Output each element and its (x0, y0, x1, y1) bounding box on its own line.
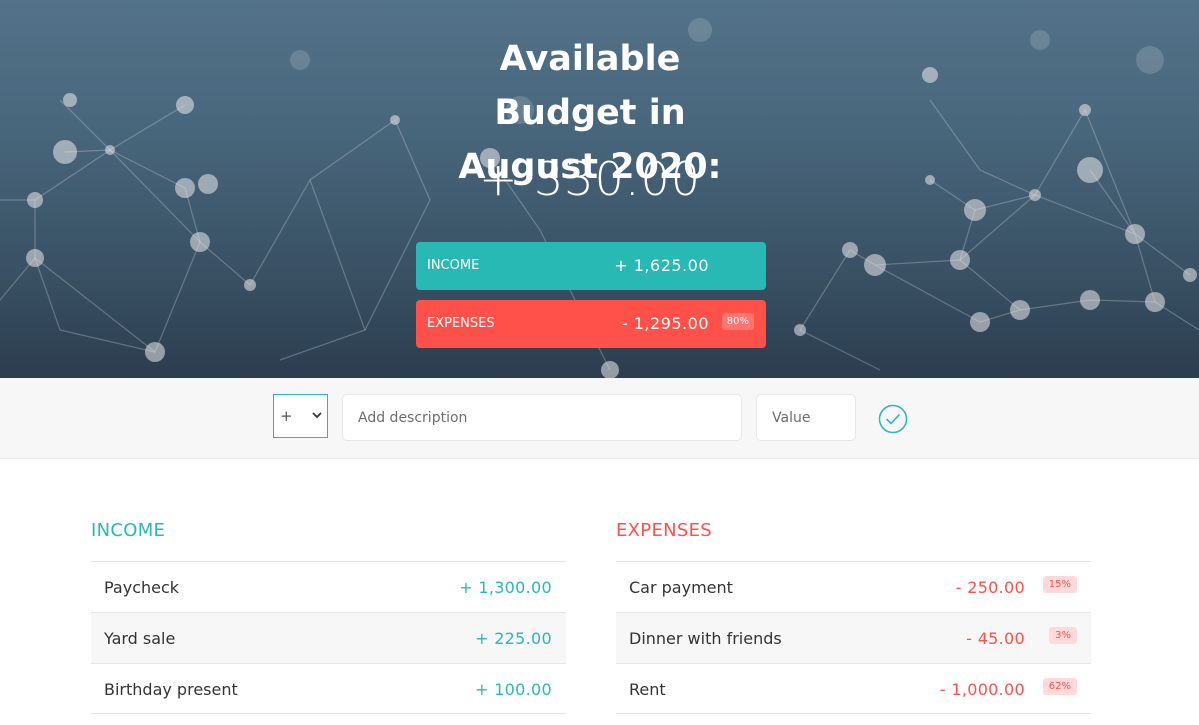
expense-item-description: Dinner with friends (629, 629, 782, 648)
income-summary-label: INCOME (427, 258, 480, 273)
expense-item-description: Rent (629, 680, 666, 699)
income-list: Paycheck + 1,300.00 Yard sale + 225.00 B… (91, 561, 566, 714)
budget-header: Available Budget in August 2020: + 330.0… (0, 0, 1199, 378)
income-item-description: Birthday present (104, 680, 238, 699)
type-select-value: + (280, 407, 293, 425)
expenses-summary-percentage: 80% (721, 313, 754, 330)
expense-item[interactable]: Dinner with friends - 45.00 3% (616, 612, 1091, 663)
expense-item-description: Car payment (629, 578, 733, 597)
budget-value: + 330.00 (478, 152, 702, 206)
income-item-value: + 225.00 (475, 629, 552, 648)
income-summary-value: + 1,625.00 (614, 256, 709, 275)
expenses-list-title: Expenses (616, 520, 713, 541)
expense-item-percentage: 15% (1042, 576, 1077, 593)
value-input[interactable] (756, 394, 856, 441)
expense-item[interactable]: Car payment - 250.00 15% (616, 561, 1091, 612)
income-item[interactable]: Yard sale + 225.00 (91, 612, 566, 663)
description-input[interactable] (342, 394, 742, 441)
income-item[interactable]: Paycheck + 1,300.00 (91, 561, 566, 612)
expenses-summary-value: - 1,295.00 (621, 314, 709, 333)
income-item-description: Yard sale (104, 629, 176, 648)
checkmark-circle-icon (878, 404, 908, 434)
add-submit-button[interactable] (878, 404, 908, 434)
expense-item-value: - 250.00 (955, 578, 1025, 597)
income-item-value: + 1,300.00 (459, 578, 552, 597)
income-item[interactable]: Birthday present + 100.00 (91, 663, 566, 714)
expense-item[interactable]: Rent - 1,000.00 62% (616, 663, 1091, 714)
income-list-title: Income (91, 520, 166, 541)
income-summary: INCOME + 1,625.00 (416, 242, 766, 290)
income-item-description: Paycheck (104, 578, 180, 597)
chevron-down-icon (312, 395, 322, 455)
expenses-list: Car payment - 250.00 15% Dinner with fri… (616, 561, 1091, 714)
expenses-summary-label: EXPENSES (427, 316, 495, 331)
add-item-bar: + (0, 378, 1199, 459)
expense-item-value: - 1,000.00 (939, 680, 1025, 699)
type-select[interactable]: + (273, 394, 328, 438)
expense-item-percentage: 62% (1042, 678, 1077, 695)
expense-item-percentage: 3% (1049, 627, 1077, 644)
expense-item-value: - 45.00 (966, 629, 1025, 648)
expenses-summary: EXPENSES - 1,295.00 80% (416, 300, 766, 348)
income-item-value: + 100.00 (475, 680, 552, 699)
